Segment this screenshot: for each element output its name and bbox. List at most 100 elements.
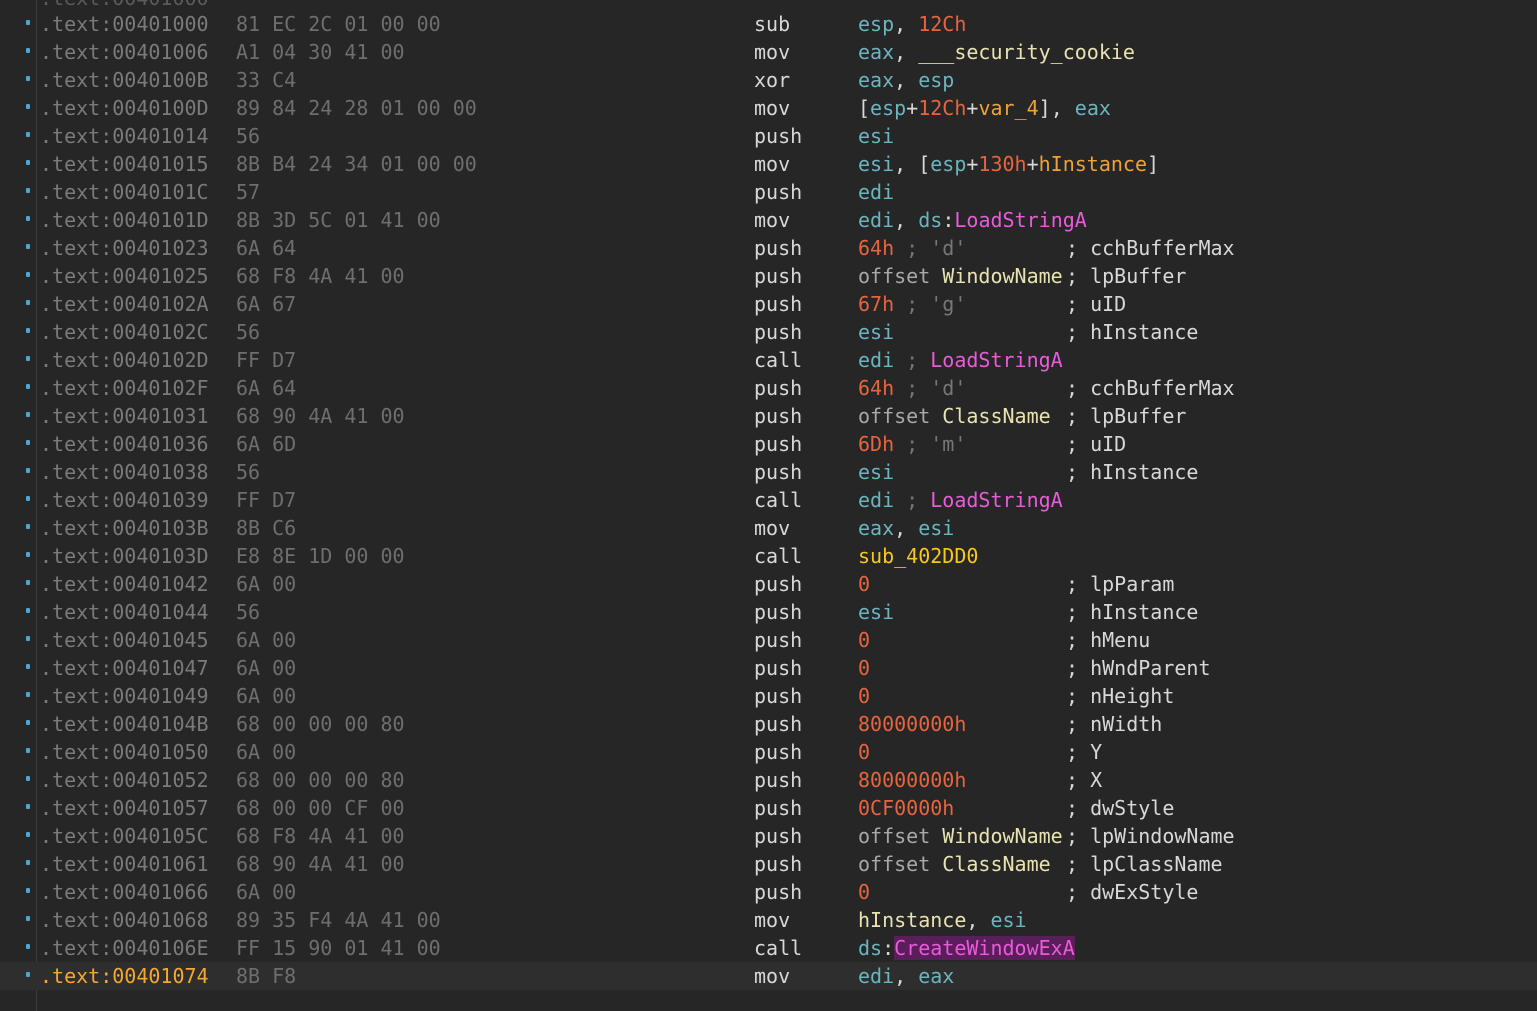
mnemonic[interactable]: push: [754, 794, 802, 822]
mnemonic[interactable]: sub: [754, 10, 790, 38]
listing-row[interactable]: .text:0040101C 57 push edi: [0, 178, 1537, 206]
address[interactable]: .text:0040100D: [40, 94, 209, 122]
operands[interactable]: offset ClassName: [858, 850, 1051, 878]
operands[interactable]: offset WindowName: [858, 822, 1063, 850]
variable-operand[interactable]: var_4: [978, 96, 1038, 120]
register-operand[interactable]: edi: [858, 208, 894, 232]
address[interactable]: .text:00401050: [40, 738, 209, 766]
immediate-operand[interactable]: 6Dh: [858, 432, 894, 456]
listing-row[interactable]: .text:0040103B 8B C6 mov eax, esi: [0, 514, 1537, 542]
listing-row[interactable]: .text:0040101D 8B 3D 5C 01 41 00 mov edi, d…: [0, 206, 1537, 234]
mnemonic[interactable]: call: [754, 346, 802, 374]
breakpoint-marker-icon[interactable]: [26, 636, 30, 641]
listing-row[interactable]: .text:0040100B 33 C4 xor eax, esp: [0, 66, 1537, 94]
register-operand[interactable]: esi: [858, 124, 894, 148]
operands[interactable]: [esp+12Ch+var_4], eax: [858, 94, 1111, 122]
mnemonic[interactable]: push: [754, 178, 802, 206]
breakpoint-marker-icon[interactable]: [26, 832, 30, 837]
operands[interactable]: edi ; LoadStringA: [858, 486, 1063, 514]
import-ref[interactable]: LoadStringA: [930, 348, 1062, 372]
immediate-operand[interactable]: 0: [858, 880, 870, 904]
address[interactable]: .text:00401074: [40, 962, 209, 990]
breakpoint-marker-icon[interactable]: [26, 524, 30, 529]
operands[interactable]: edi, ds:LoadStringA: [858, 206, 1087, 234]
operands[interactable]: 0: [858, 570, 870, 598]
operands[interactable]: esi: [858, 458, 894, 486]
mnemonic[interactable]: push: [754, 710, 802, 738]
listing-row[interactable]: .text:00401036 6A 6D push 6Dh ; 'm' ; uID: [0, 430, 1537, 458]
immediate-operand[interactable]: 64h: [858, 236, 894, 260]
operands[interactable]: offset WindowName: [858, 262, 1063, 290]
address[interactable]: .text:0040102D: [40, 346, 209, 374]
name-operand[interactable]: ClassName: [942, 404, 1050, 428]
listing-row[interactable]: .text:00401057 68 00 00 CF 00 push 0CF0000h…: [0, 794, 1537, 822]
address[interactable]: .text:00401052: [40, 766, 209, 794]
register-operand[interactable]: esp: [930, 152, 966, 176]
mnemonic[interactable]: mov: [754, 94, 790, 122]
register-operand[interactable]: esi: [858, 152, 894, 176]
subroutine-ref[interactable]: sub_402DD0: [858, 544, 978, 568]
breakpoint-marker-icon[interactable]: [26, 720, 30, 725]
operands[interactable]: 0: [858, 738, 870, 766]
immediate-operand[interactable]: 130h: [978, 152, 1026, 176]
immediate-operand[interactable]: 67h: [858, 292, 894, 316]
immediate-operand[interactable]: 80000000h: [858, 712, 966, 736]
immediate-operand[interactable]: 0: [858, 740, 870, 764]
listing-row-current[interactable]: .text:00401074 8B F8 mov edi, eax: [0, 962, 1537, 990]
address[interactable]: .text:00401057: [40, 794, 209, 822]
breakpoint-marker-icon[interactable]: [26, 888, 30, 893]
mnemonic[interactable]: push: [754, 262, 802, 290]
address[interactable]: .text:0040100B: [40, 66, 209, 94]
breakpoint-marker-icon[interactable]: [26, 860, 30, 865]
operands[interactable]: eax, esi: [858, 514, 954, 542]
operands[interactable]: esp, 12Ch: [858, 10, 966, 38]
mnemonic[interactable]: mov: [754, 514, 790, 542]
address[interactable]: .text:00401031: [40, 402, 209, 430]
breakpoint-marker-icon[interactable]: [26, 944, 30, 949]
register-operand[interactable]: ds: [918, 208, 942, 232]
operands[interactable]: 0: [858, 654, 870, 682]
address[interactable]: .text:00401068: [40, 906, 209, 934]
listing-row[interactable]: .text:0040102F 6A 64 push 64h ; 'd' ; cchBuf…: [0, 374, 1537, 402]
listing-row[interactable]: .text:00401045 6A 00 push 0 ; hMenu: [0, 626, 1537, 654]
listing-row[interactable]: .text:0040100D 89 84 24 28 01 00 00 mov [es…: [0, 94, 1537, 122]
breakpoint-marker-icon[interactable]: [26, 748, 30, 753]
breakpoint-marker-icon[interactable]: [26, 216, 30, 221]
listing-row[interactable]: .text:00401006 A1 04 30 41 00 mov eax, ___s…: [0, 38, 1537, 66]
register-operand[interactable]: esp: [870, 96, 906, 120]
listing-row[interactable]: .text:00401050 6A 00 push 0 ; Y: [0, 738, 1537, 766]
breakpoint-marker-icon[interactable]: [26, 972, 30, 977]
mnemonic[interactable]: mov: [754, 150, 790, 178]
mnemonic[interactable]: push: [754, 122, 802, 150]
breakpoint-marker-icon[interactable]: [26, 104, 30, 109]
listing-row[interactable]: .text:00401042 6A 00 push 0 ; lpParam: [0, 570, 1537, 598]
mnemonic[interactable]: push: [754, 290, 802, 318]
operands[interactable]: 64h ; 'd': [858, 234, 966, 262]
breakpoint-marker-icon[interactable]: [26, 580, 30, 585]
breakpoint-marker-icon[interactable]: [26, 776, 30, 781]
mnemonic[interactable]: push: [754, 402, 802, 430]
breakpoint-marker-icon[interactable]: [26, 300, 30, 305]
listing-row[interactable]: .text:00401066 6A 00 push 0 ; dwExStyle: [0, 878, 1537, 906]
address[interactable]: .text:0040106E: [40, 934, 209, 962]
address[interactable]: .text:00401045: [40, 626, 209, 654]
immediate-operand[interactable]: 64h: [858, 376, 894, 400]
mnemonic[interactable]: call: [754, 542, 802, 570]
register-operand[interactable]: edi: [858, 348, 894, 372]
breakpoint-marker-icon[interactable]: [26, 692, 30, 697]
breakpoint-marker-icon[interactable]: [26, 664, 30, 669]
address[interactable]: .text:00401000: [40, 10, 209, 38]
immediate-operand[interactable]: 80000000h: [858, 768, 966, 792]
address[interactable]: .text:00401006: [40, 38, 209, 66]
operands[interactable]: 0: [858, 878, 870, 906]
operands[interactable]: 6Dh ; 'm': [858, 430, 966, 458]
listing-row[interactable]: .text:00401014 56 push esi: [0, 122, 1537, 150]
operands[interactable]: esi: [858, 598, 894, 626]
mnemonic[interactable]: mov: [754, 962, 790, 990]
mnemonic[interactable]: push: [754, 318, 802, 346]
operands[interactable]: eax, ___security_cookie: [858, 38, 1135, 66]
operands[interactable]: 67h ; 'g': [858, 290, 966, 318]
mnemonic[interactable]: push: [754, 766, 802, 794]
listing-row[interactable]: .text:00401052 68 00 00 00 80 push 80000000…: [0, 766, 1537, 794]
operands[interactable]: sub_402DD0: [858, 542, 978, 570]
